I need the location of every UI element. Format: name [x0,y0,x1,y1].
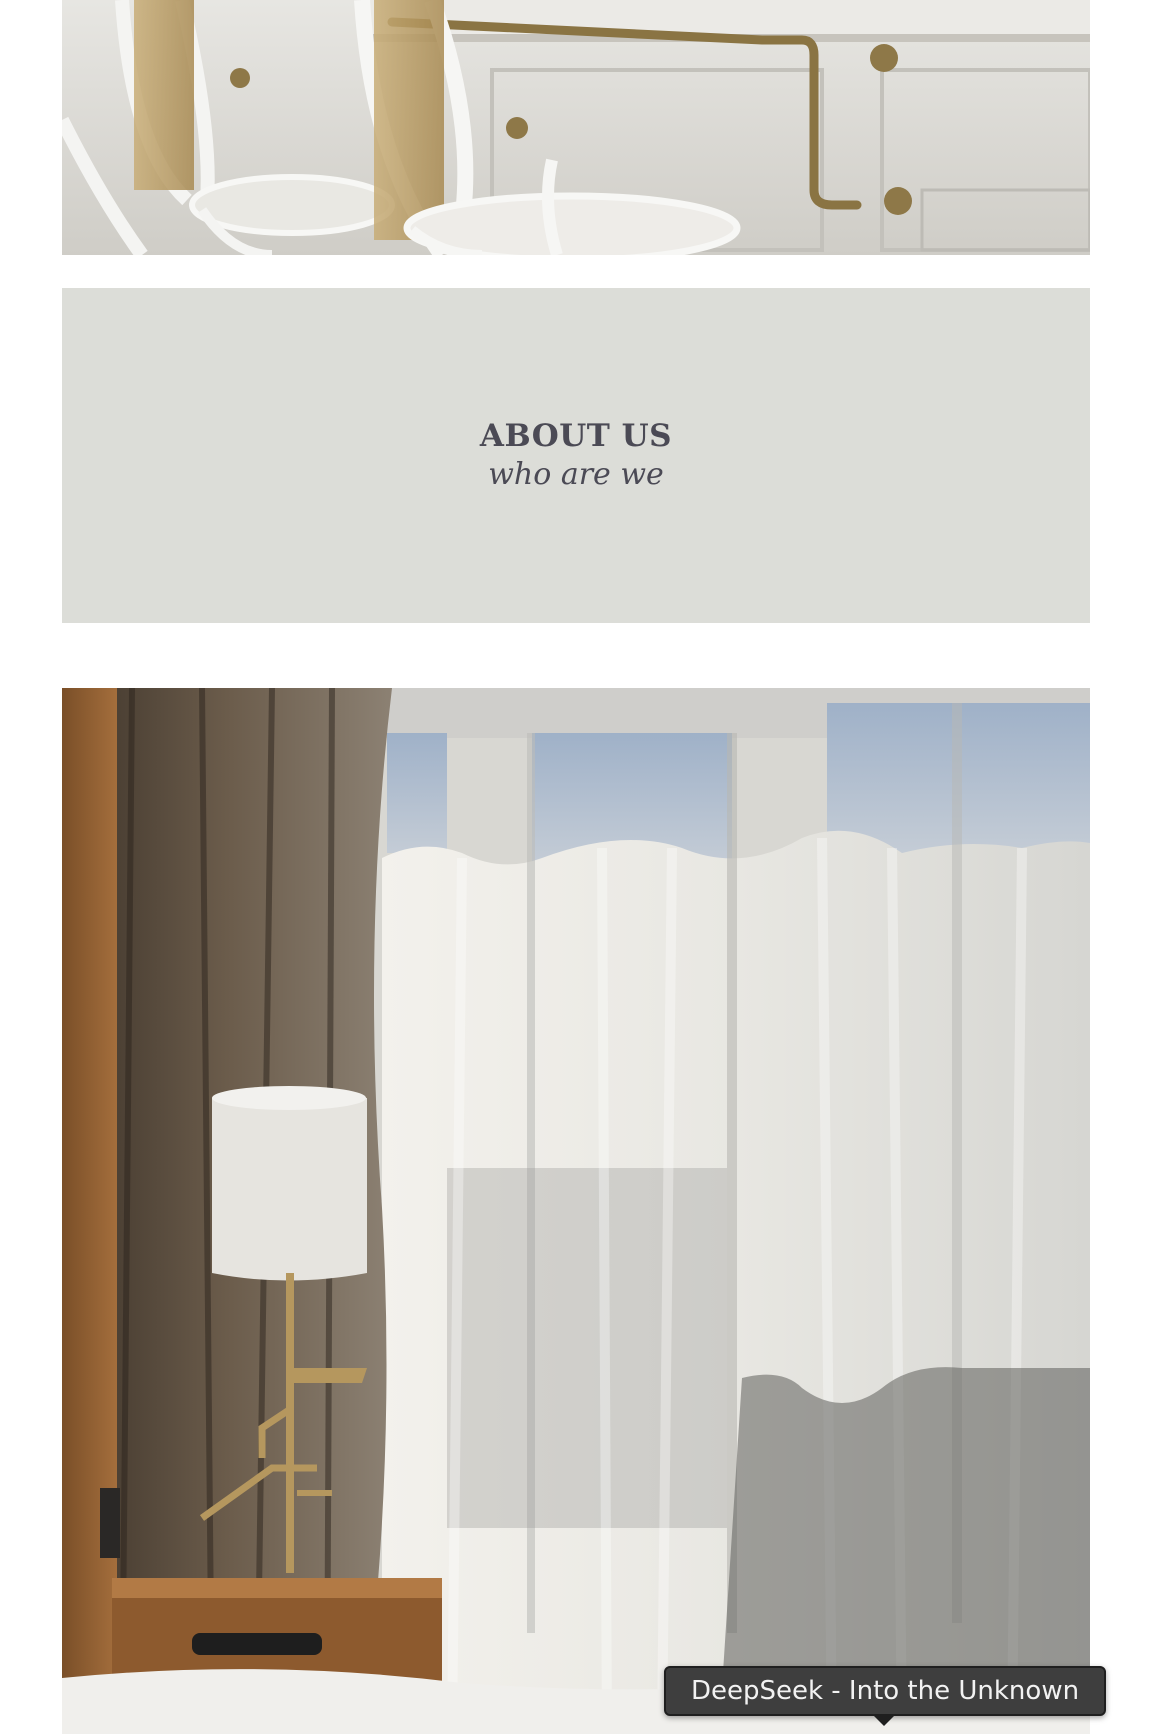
bar-stools-illustration [62,0,1090,255]
bedroom-photo [62,688,1090,1734]
about-us-section: ABOUT US who are we [62,288,1090,623]
tooltip: DeepSeek - Into the Unknown [664,1666,1106,1716]
about-us-subheading: who are we [488,456,664,492]
about-us-heading: ABOUT US [479,417,673,454]
tooltip-arrow [872,1714,896,1726]
bedroom-curtains-illustration [62,688,1090,1734]
hero-photo-bar-stools [62,0,1090,255]
